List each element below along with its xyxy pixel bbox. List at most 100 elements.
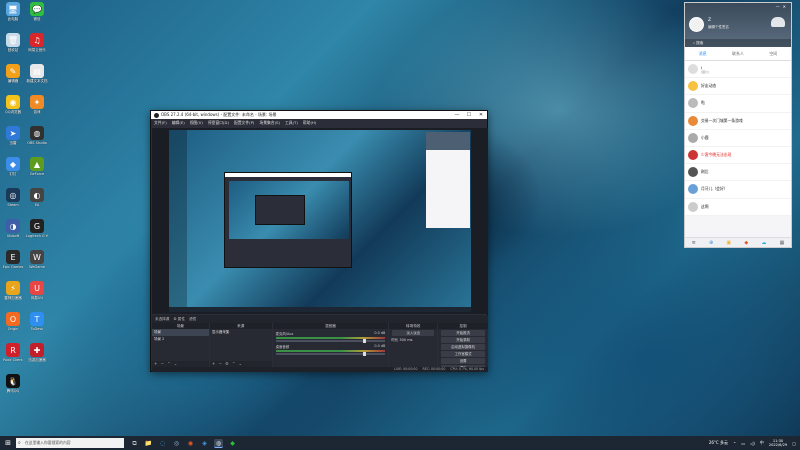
add-friend-icon[interactable]: ⊕: [709, 240, 713, 246]
network-icon[interactable]: ▭: [741, 441, 745, 446]
up-icon[interactable]: ⌃: [232, 361, 236, 366]
desktop-icon[interactable]: ⚡ 雷神加速器: [2, 281, 24, 300]
qq-icon[interactable]: ◈: [200, 439, 209, 448]
folder-icon[interactable]: ▣: [726, 240, 731, 246]
list-item[interactable]: J [图片]: [685, 61, 791, 79]
remove-icon[interactable]: −: [161, 361, 165, 366]
tab-space[interactable]: 空间: [756, 47, 791, 60]
desktop-icon[interactable]: T ToDesk: [26, 312, 48, 331]
qq-main-panel[interactable]: —✕ Z 编辑个性签名 ⌕ 搜索 消息 联系人 空间 J [图片] 好友动态啦交易一…: [684, 2, 792, 248]
steam-icon[interactable]: ◎: [172, 439, 181, 448]
list-item[interactable]: 少客今晚无法出现: [685, 147, 791, 165]
weiyun-icon[interactable]: ☁: [761, 240, 766, 246]
edge-icon[interactable]: ◌: [158, 439, 167, 448]
menu-item[interactable]: 文件(F): [154, 120, 167, 126]
filters-button[interactable]: 滤镜: [189, 317, 196, 322]
list-item[interactable]: 交易一次门城第一条游戏: [685, 113, 791, 130]
close-icon[interactable]: ✕: [783, 4, 789, 9]
game-icon[interactable]: ◆: [744, 240, 748, 246]
up-icon[interactable]: ⌃: [167, 361, 171, 366]
menu-item[interactable]: 停靠窗口(D): [208, 120, 229, 126]
qq-signature[interactable]: 编辑个性签名: [708, 25, 729, 30]
desktop-icon[interactable]: W WeGame: [26, 250, 48, 269]
menu-item[interactable]: 编辑(E): [172, 120, 185, 126]
desktop-icon[interactable]: ♫ 网易云音乐: [26, 33, 48, 52]
list-item[interactable]: 小鹿: [685, 130, 791, 147]
transition-select[interactable]: 淡入淡出: [392, 330, 435, 336]
desktop-icon[interactable]: ▤ 新建文本文档: [26, 64, 48, 83]
obs-titlebar[interactable]: OBS 27.2.4 (64-bit, windows) - 配置文件: 未命名…: [151, 111, 487, 119]
menu-item[interactable]: 视图(V): [190, 120, 203, 126]
list-item[interactable]: 好友动态: [685, 78, 791, 96]
wechat-icon[interactable]: ◆: [228, 439, 237, 448]
menu-item[interactable]: 配置文件(P): [234, 120, 254, 126]
menu-item[interactable]: 工具(T): [285, 120, 298, 126]
maximize-icon[interactable]: ☐: [463, 112, 475, 118]
remove-icon[interactable]: −: [218, 361, 222, 366]
tab-contacts[interactable]: 联系人: [720, 47, 755, 60]
minimize-icon[interactable]: —: [451, 112, 463, 118]
weather-widget[interactable]: 26°C 多云: [709, 440, 728, 446]
properties-button[interactable]: ⚙ 属性: [173, 317, 185, 322]
notification-icon[interactable]: ▢: [792, 441, 796, 446]
desktop-icon[interactable]: 🐧 腾讯QQ: [2, 374, 24, 393]
control-button[interactable]: 设置: [441, 358, 485, 364]
desktop-icon[interactable]: ◎ Steam: [2, 188, 24, 207]
windows-start-icon[interactable]: ⊞: [0, 439, 16, 447]
volume-slider[interactable]: [275, 339, 386, 343]
file-explorer-icon[interactable]: 📁: [144, 439, 153, 448]
menu-item[interactable]: 场景集合(S): [259, 120, 280, 126]
list-item[interactable]: 刷后: [685, 164, 791, 182]
app-manager-icon[interactable]: ▦: [780, 240, 785, 246]
minimize-icon[interactable]: —: [776, 4, 783, 9]
volume-icon[interactable]: ◁): [750, 441, 755, 446]
obs-window[interactable]: OBS 27.2.4 (64-bit, windows) - 配置文件: 未命名…: [150, 110, 488, 372]
add-icon[interactable]: +: [154, 361, 158, 366]
scene-item[interactable]: 场景 2: [152, 336, 209, 343]
close-icon[interactable]: ✕: [475, 112, 487, 118]
desktop-icon[interactable]: ◐ EA: [26, 188, 48, 207]
desktop-icon[interactable]: ◉ QQ浏览器: [2, 95, 24, 114]
down-icon[interactable]: ⌄: [174, 361, 178, 366]
desktop-icon[interactable]: R Rock Client: [2, 343, 24, 362]
tab-messages[interactable]: 消息: [685, 47, 720, 60]
qq-search-input[interactable]: ⌕ 搜索: [685, 39, 791, 47]
list-item[interactable]: 啦: [685, 95, 791, 113]
desktop-icon[interactable]: ◆ 钉钉: [2, 157, 24, 176]
desktop-icon[interactable]: ➤ 迅雷: [2, 126, 24, 145]
input-language[interactable]: 中: [760, 440, 764, 446]
desktop-icon[interactable]: ◑ Ubisoft: [2, 219, 24, 238]
obs-icon[interactable]: ◍: [214, 438, 223, 448]
taskbar-search-input[interactable]: ⌕ 在这里输入你要搜索的内容: [16, 438, 124, 448]
chevron-up-icon[interactable]: ⌃: [733, 441, 736, 446]
task-view-icon[interactable]: ⧉: [130, 439, 139, 448]
browser-icon[interactable]: ◉: [186, 439, 195, 448]
control-button[interactable]: 开始录制: [441, 337, 485, 343]
desktop-icon[interactable]: ✦ 游戏: [26, 95, 48, 114]
gear-icon[interactable]: ⚙: [225, 361, 230, 366]
list-item[interactable]: 这啊: [685, 199, 791, 216]
scene-item[interactable]: 场景: [152, 329, 209, 336]
desktop-icon[interactable]: 💬 微信: [26, 2, 48, 21]
taskbar-clock[interactable]: 11:30 2022/6/29: [769, 439, 787, 448]
down-icon[interactable]: ⌄: [239, 361, 243, 366]
obs-preview[interactable]: [152, 128, 488, 314]
desktop-icon[interactable]: ✎ 编辑器: [2, 64, 24, 83]
menu-item[interactable]: 帮助(H): [303, 120, 316, 126]
add-icon[interactable]: +: [212, 361, 216, 366]
desktop-icon[interactable]: E Epic Games: [2, 250, 24, 269]
volume-slider[interactable]: [275, 352, 386, 356]
skin-icon[interactable]: [771, 17, 785, 27]
desktop-icon[interactable]: ◍ OBS Studio: [26, 126, 48, 145]
control-button[interactable]: 启动虚拟摄像机: [441, 344, 485, 350]
duration-input[interactable]: 300 ms: [399, 338, 412, 342]
desktop-icon[interactable]: ✚ 迅游加速器: [26, 343, 48, 362]
desktop-icon[interactable]: 🖥 此电脑: [2, 2, 24, 21]
source-item[interactable]: 显示器采集: [210, 329, 272, 336]
desktop-icon[interactable]: GLogitech G HUB: [26, 219, 48, 238]
qq-window-controls[interactable]: —✕: [776, 4, 789, 9]
desktop-icon[interactable]: ▲ GeForce: [26, 157, 48, 176]
desktop-icon[interactable]: O Origin: [2, 312, 24, 331]
list-item[interactable]: 月牙儿（会好）: [685, 181, 791, 199]
desktop-icon[interactable]: U 网易UU: [26, 281, 48, 300]
